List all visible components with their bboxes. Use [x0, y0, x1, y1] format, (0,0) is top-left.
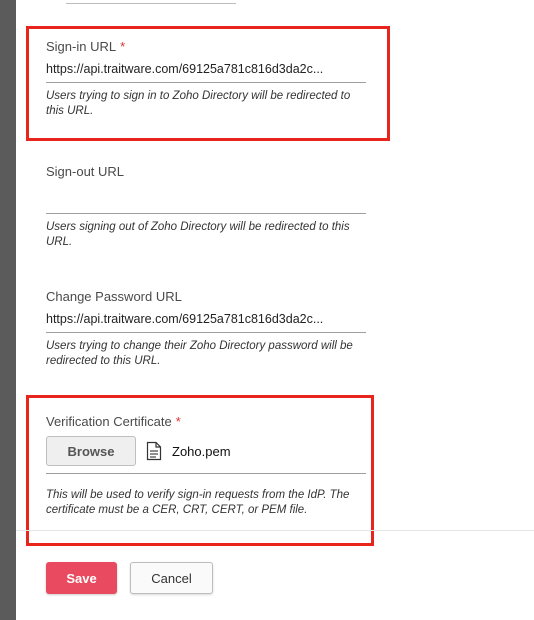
required-asterisk: * — [175, 414, 181, 429]
signin-url-field: Sign-in URL * https://api.traitware.com/6… — [46, 38, 366, 119]
change-password-url-help: Users trying to change their Zoho Direct… — [46, 340, 353, 367]
document-icon — [146, 441, 162, 461]
required-asterisk: * — [120, 39, 126, 54]
previous-field-underline — [66, 0, 236, 4]
file-upload-row: Browse Zoho.pem — [46, 435, 366, 467]
left-panel-edge — [0, 0, 16, 620]
signin-url-label: Sign-in URL — [46, 39, 117, 54]
signout-url-field: Sign-out URL Users signing out of Zoho D… — [46, 163, 366, 250]
cancel-button[interactable]: Cancel — [130, 562, 213, 594]
change-password-url-input[interactable]: https://api.traitware.com/69125a781c816d… — [46, 306, 366, 333]
save-button[interactable]: Save — [46, 562, 117, 594]
signin-url-input[interactable]: https://api.traitware.com/69125a781c816d… — [46, 56, 366, 83]
change-password-url-label: Change Password URL — [46, 289, 182, 304]
signout-url-label: Sign-out URL — [46, 164, 125, 179]
change-password-url-field: Change Password URL https://api.traitwar… — [46, 288, 366, 369]
verification-certificate-label: Verification Certificate — [46, 414, 172, 429]
selected-file-name: Zoho.pem — [172, 443, 231, 459]
file-field-underline — [46, 473, 366, 474]
verification-certificate-help: This will be used to verify sign-in requ… — [46, 489, 350, 516]
signout-url-input[interactable] — [46, 181, 366, 214]
verification-certificate-field: Verification Certificate * Browse Zoho.pe… — [46, 413, 366, 518]
signout-url-help: Users signing out of Zoho Directory will… — [46, 221, 350, 248]
signin-url-help: Users trying to sign in to Zoho Director… — [46, 90, 351, 117]
browse-button[interactable]: Browse — [46, 436, 136, 466]
footer-divider — [16, 530, 534, 531]
